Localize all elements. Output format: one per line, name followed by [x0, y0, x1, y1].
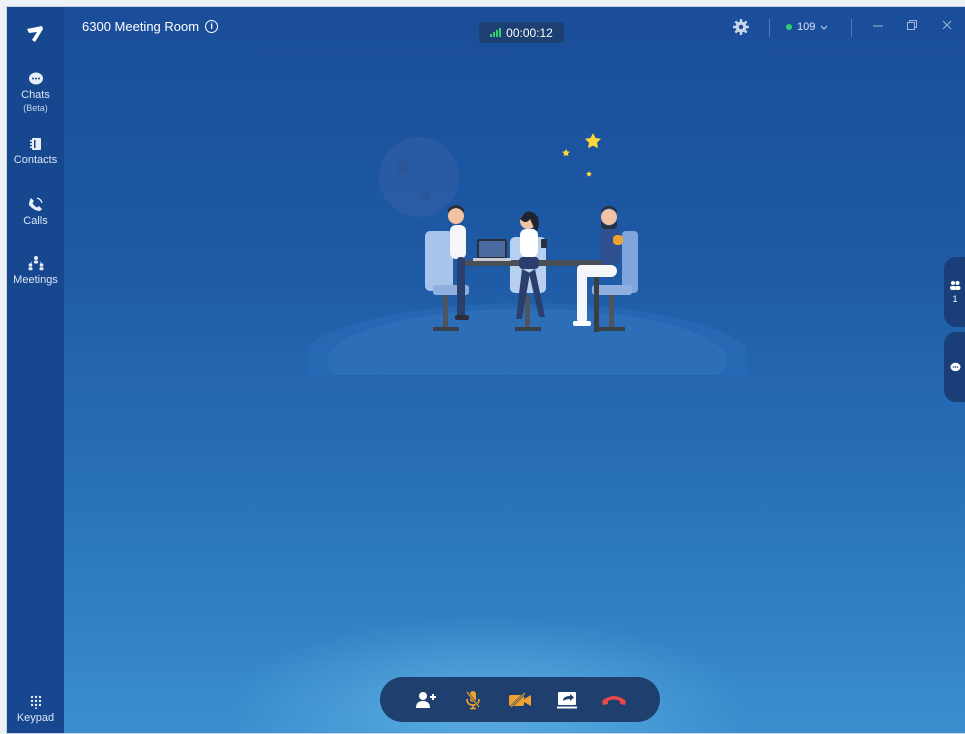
sidebar-item-label: Chats — [21, 89, 50, 101]
chat-icon — [28, 72, 43, 85]
participants-tab[interactable]: 1 — [944, 257, 965, 327]
sidebar-item-chats[interactable]: Chats (Beta) — [7, 72, 64, 115]
meeting-illustration — [297, 125, 757, 427]
participants-icon — [950, 281, 961, 290]
minimize-button[interactable] — [872, 18, 884, 34]
participants-count: 1 — [952, 294, 958, 304]
mic-muted-icon — [465, 690, 480, 709]
add-participant-icon — [415, 691, 436, 708]
top-bar: 6300 Meeting Room i 00:00:12 109 — [64, 7, 965, 49]
app-window: Chats (Beta) Contacts Calls Meetings Key… — [6, 6, 965, 734]
sidebar-item-label: Calls — [23, 215, 48, 227]
call-controls-toolbar — [380, 677, 660, 722]
info-icon[interactable]: i — [205, 20, 219, 33]
contacts-icon — [29, 138, 41, 150]
hang-up-icon — [602, 695, 627, 705]
chevron-down-icon — [821, 25, 828, 30]
meetings-icon — [28, 256, 43, 271]
sidebar-item-label: Meetings — [13, 274, 58, 286]
divider — [851, 19, 852, 37]
call-timer-text: 00:00:12 — [506, 25, 553, 40]
meeting-title: 6300 Meeting Room i — [82, 19, 219, 34]
sidebar-item-sublabel: (Beta) — [23, 103, 48, 113]
keypad-label: Keypad — [16, 712, 55, 724]
sidebar: Chats (Beta) Contacts Calls Meetings Key… — [7, 7, 64, 733]
keypad-icon — [30, 695, 41, 709]
divider — [769, 19, 770, 37]
camera-off-icon — [508, 691, 531, 708]
sidebar-item-label: Contacts — [13, 154, 58, 166]
gear-icon — [733, 19, 749, 35]
phone-icon — [29, 197, 43, 211]
account-number: 109 — [797, 21, 816, 33]
add-participant-button[interactable] — [411, 685, 441, 715]
restore-button[interactable] — [906, 18, 918, 34]
close-icon — [942, 20, 952, 30]
account-selector[interactable]: 109 — [786, 21, 828, 33]
logo-icon — [27, 26, 43, 42]
share-screen-icon — [557, 691, 578, 708]
sidebar-item-meetings[interactable]: Meetings — [7, 255, 64, 287]
share-screen-button[interactable] — [552, 685, 582, 715]
meeting-title-text: 6300 Meeting Room — [82, 19, 200, 34]
chat-bubble-icon — [950, 362, 960, 372]
sidebar-item-calls[interactable]: Calls — [7, 197, 64, 228]
mute-microphone-button[interactable] — [458, 685, 488, 715]
chat-tab[interactable] — [944, 332, 965, 402]
call-timer: 00:00:12 — [479, 22, 564, 43]
status-online-icon — [786, 24, 792, 30]
sidebar-item-contacts[interactable]: Contacts — [7, 137, 64, 167]
keypad-button[interactable]: Keypad — [7, 695, 64, 725]
restore-icon — [907, 20, 917, 30]
minimize-icon — [873, 25, 883, 27]
signal-strength-icon — [490, 28, 502, 37]
app-logo — [21, 20, 49, 48]
meeting-illustration-icon — [297, 133, 757, 427]
camera-toggle-button[interactable] — [505, 685, 535, 715]
settings-button[interactable] — [732, 18, 750, 41]
hang-up-button[interactable] — [599, 685, 629, 715]
close-button[interactable] — [941, 18, 953, 34]
